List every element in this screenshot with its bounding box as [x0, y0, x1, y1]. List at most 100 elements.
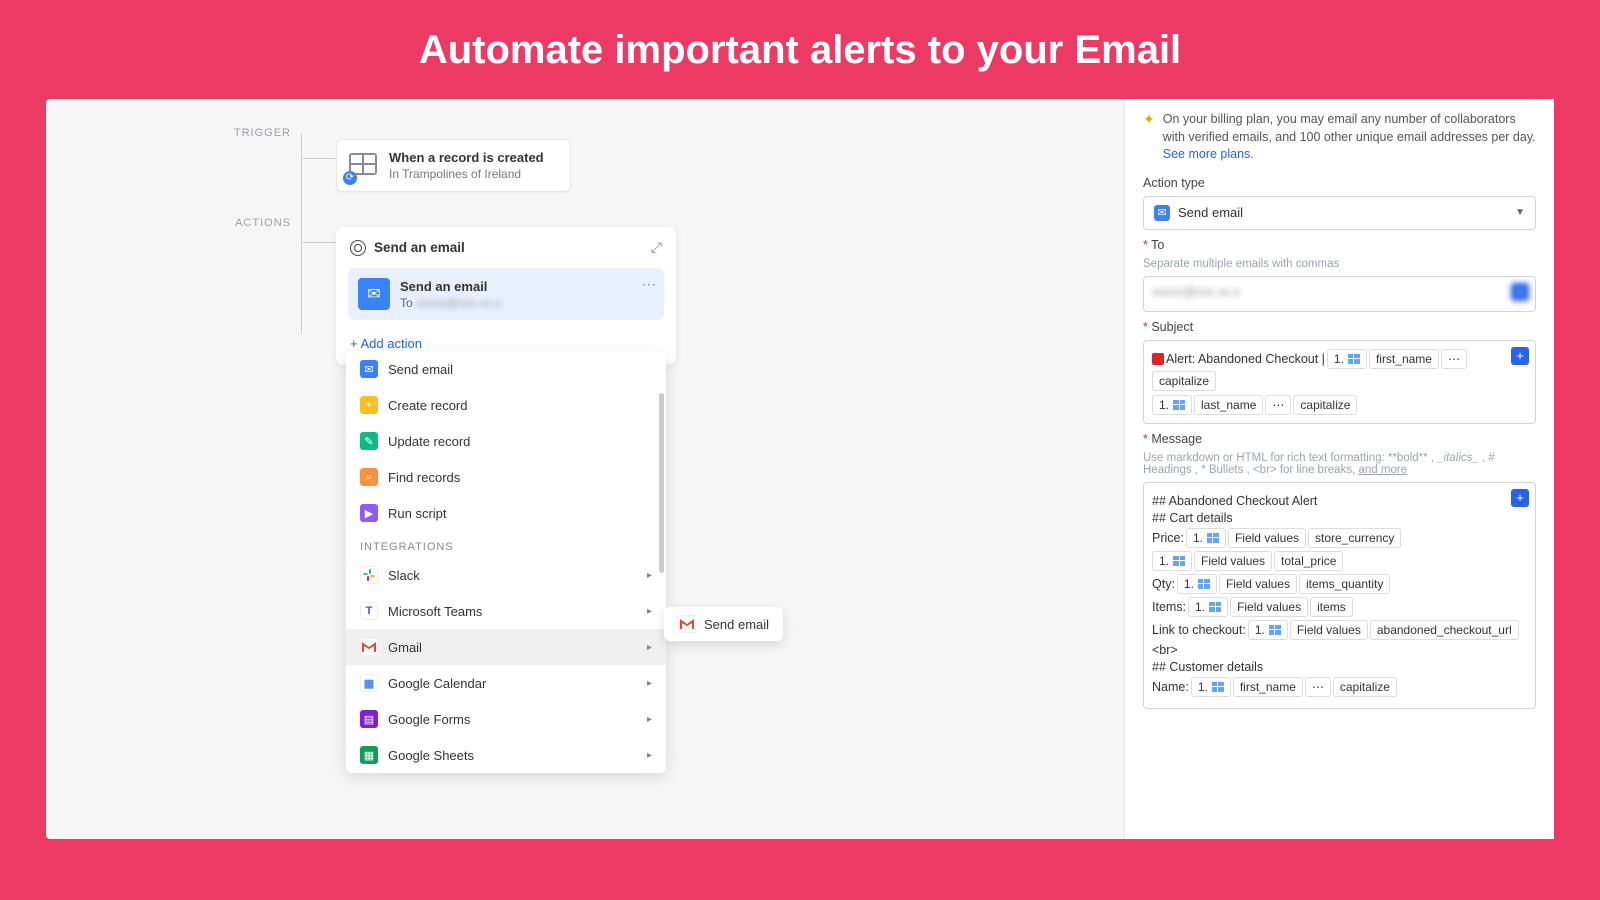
grid-icon [1348, 354, 1360, 364]
token[interactable]: capitalize [1333, 677, 1397, 697]
envelope-icon: ✉ [1154, 205, 1170, 221]
token[interactable]: Field values [1290, 620, 1368, 640]
current-action-subtitle: To xxxxx@xxx xx.x [400, 296, 501, 310]
trigger-subtitle: In Trampolines of Ireland [389, 167, 544, 181]
plus-icon: + [360, 396, 378, 414]
dd-update-record[interactable]: ✎Update record [346, 423, 666, 459]
chevron-right-icon: ▸ [647, 642, 652, 653]
app-frame: TRIGGER ACTIONS ⟳ When a record is creat… [46, 99, 1554, 839]
action-panel: Send an email ⤢ ✉ Send an email To xxxxx… [336, 227, 676, 365]
chevron-right-icon: ▸ [647, 714, 652, 725]
token[interactable]: first_name [1369, 349, 1439, 369]
trigger-icon: ⟳ [349, 153, 379, 179]
see-more-plans-link[interactable]: See more plans [1163, 147, 1251, 161]
token[interactable]: 1. [1327, 349, 1367, 369]
pencil-icon: ✎ [360, 432, 378, 450]
chevron-right-icon: ▸ [647, 570, 652, 581]
action-panel-title: Send an email [374, 240, 643, 255]
flyout-label: Send email [704, 617, 769, 632]
gear-icon [350, 240, 366, 256]
token[interactable]: ⋯ [1305, 677, 1331, 697]
token[interactable]: last_name [1194, 395, 1263, 415]
token[interactable]: capitalize [1152, 371, 1216, 391]
envelope-icon: ✉ [360, 360, 378, 378]
gmail-submenu[interactable]: Send email [664, 607, 783, 641]
trigger-card[interactable]: ⟳ When a record is created In Trampoline… [336, 139, 571, 192]
message-hint: Use markdown or HTML for rich text forma… [1143, 452, 1536, 476]
and-more-link[interactable]: and more [1358, 464, 1407, 476]
token[interactable]: 1. [1186, 528, 1226, 548]
token[interactable]: 1. [1248, 620, 1288, 640]
to-label: To [1143, 238, 1536, 252]
to-field[interactable]: xxxxx@xxx xx.x + [1143, 276, 1536, 312]
calendar-icon: ▦ [360, 674, 378, 692]
alert-icon [1152, 353, 1164, 365]
play-icon: ▶ [360, 504, 378, 522]
plan-banner: ✦ On your billing plan, you may email an… [1143, 111, 1536, 164]
forms-icon: ▤ [360, 710, 378, 728]
token[interactable]: capitalize [1293, 395, 1357, 415]
subject-field[interactable]: Alert: Abandoned Checkout | 1. first_nam… [1143, 340, 1536, 424]
dd-gforms[interactable]: ▤Google Forms▸ [346, 701, 666, 737]
token[interactable]: items_quantity [1299, 574, 1390, 594]
envelope-icon: ✉ [358, 278, 390, 310]
action-type-select[interactable]: ✉ Send email ▼ [1143, 196, 1536, 230]
chevron-right-icon: ▸ [647, 678, 652, 689]
token[interactable]: Field values [1230, 597, 1308, 617]
dd-create-record[interactable]: +Create record [346, 387, 666, 423]
dd-integrations-header: INTEGRATIONS [346, 531, 666, 557]
token[interactable]: ⋯ [1265, 395, 1291, 415]
token[interactable]: items [1310, 597, 1353, 617]
to-hint: Separate multiple emails with commas [1143, 258, 1536, 270]
hero-title: Automate important alerts to your Email [0, 0, 1600, 99]
dd-slack[interactable]: Slack▸ [346, 557, 666, 593]
grid-icon [1173, 400, 1185, 410]
token[interactable]: store_currency [1308, 528, 1401, 548]
slack-icon [360, 566, 378, 584]
left-pane: TRIGGER ACTIONS ⟳ When a record is creat… [46, 99, 1124, 839]
action-type-label: Action type [1143, 176, 1536, 190]
token[interactable]: first_name [1233, 677, 1303, 697]
teams-icon: T [360, 602, 378, 620]
token[interactable]: Field values [1219, 574, 1297, 594]
dd-teams[interactable]: TMicrosoft Teams▸ [346, 593, 666, 629]
action-dropdown: ✉Send email +Create record ✎Update recor… [346, 351, 666, 773]
message-label: Message [1143, 432, 1536, 446]
token[interactable]: 1. [1152, 395, 1192, 415]
chevron-right-icon: ▸ [647, 750, 652, 761]
token[interactable]: 1. [1188, 597, 1228, 617]
token[interactable]: Field values [1228, 528, 1306, 548]
token[interactable]: 1. [1177, 574, 1217, 594]
dd-run-script[interactable]: ▶Run script [346, 495, 666, 531]
add-token-button[interactable]: + [1511, 347, 1529, 365]
dd-gmail[interactable]: Gmail▸ [346, 629, 666, 665]
add-token-button[interactable]: + [1511, 283, 1529, 301]
sync-badge-icon: ⟳ [343, 171, 357, 185]
more-icon[interactable]: ⋯ [642, 276, 656, 293]
token[interactable]: abandoned_checkout_url [1370, 620, 1519, 640]
dd-send-email[interactable]: ✉Send email [346, 351, 666, 387]
token[interactable]: 1. [1191, 677, 1231, 697]
message-field[interactable]: + ## Abandoned Checkout Alert ## Cart de… [1143, 482, 1536, 709]
token[interactable]: total_price [1274, 551, 1343, 571]
token[interactable]: Field values [1194, 551, 1272, 571]
action-panel-header: Send an email ⤢ [336, 227, 676, 268]
subject-label: Subject [1143, 320, 1536, 334]
add-token-button[interactable]: + [1511, 489, 1529, 507]
banner-text: On your billing plan, you may email any … [1163, 111, 1536, 164]
dd-gsheets[interactable]: ▦Google Sheets▸ [346, 737, 666, 773]
connector-line [301, 134, 336, 334]
collapse-icon[interactable]: ⤢ [651, 239, 662, 256]
current-action-card[interactable]: ✉ Send an email To xxxxx@xxx xx.x ⋯ [348, 268, 664, 320]
current-action-title: Send an email [400, 279, 501, 294]
sheets-icon: ▦ [360, 746, 378, 764]
search-icon: ⌕ [360, 468, 378, 486]
scrollbar[interactable] [659, 393, 664, 573]
token[interactable]: 1. [1152, 551, 1192, 571]
dd-gcal[interactable]: ▦Google Calendar▸ [346, 665, 666, 701]
trigger-title: When a record is created [389, 150, 544, 165]
chevron-down-icon: ▼ [1515, 207, 1525, 218]
dd-find-records[interactable]: ⌕Find records [346, 459, 666, 495]
token[interactable]: ⋯ [1441, 349, 1467, 369]
chevron-right-icon: ▸ [647, 606, 652, 617]
